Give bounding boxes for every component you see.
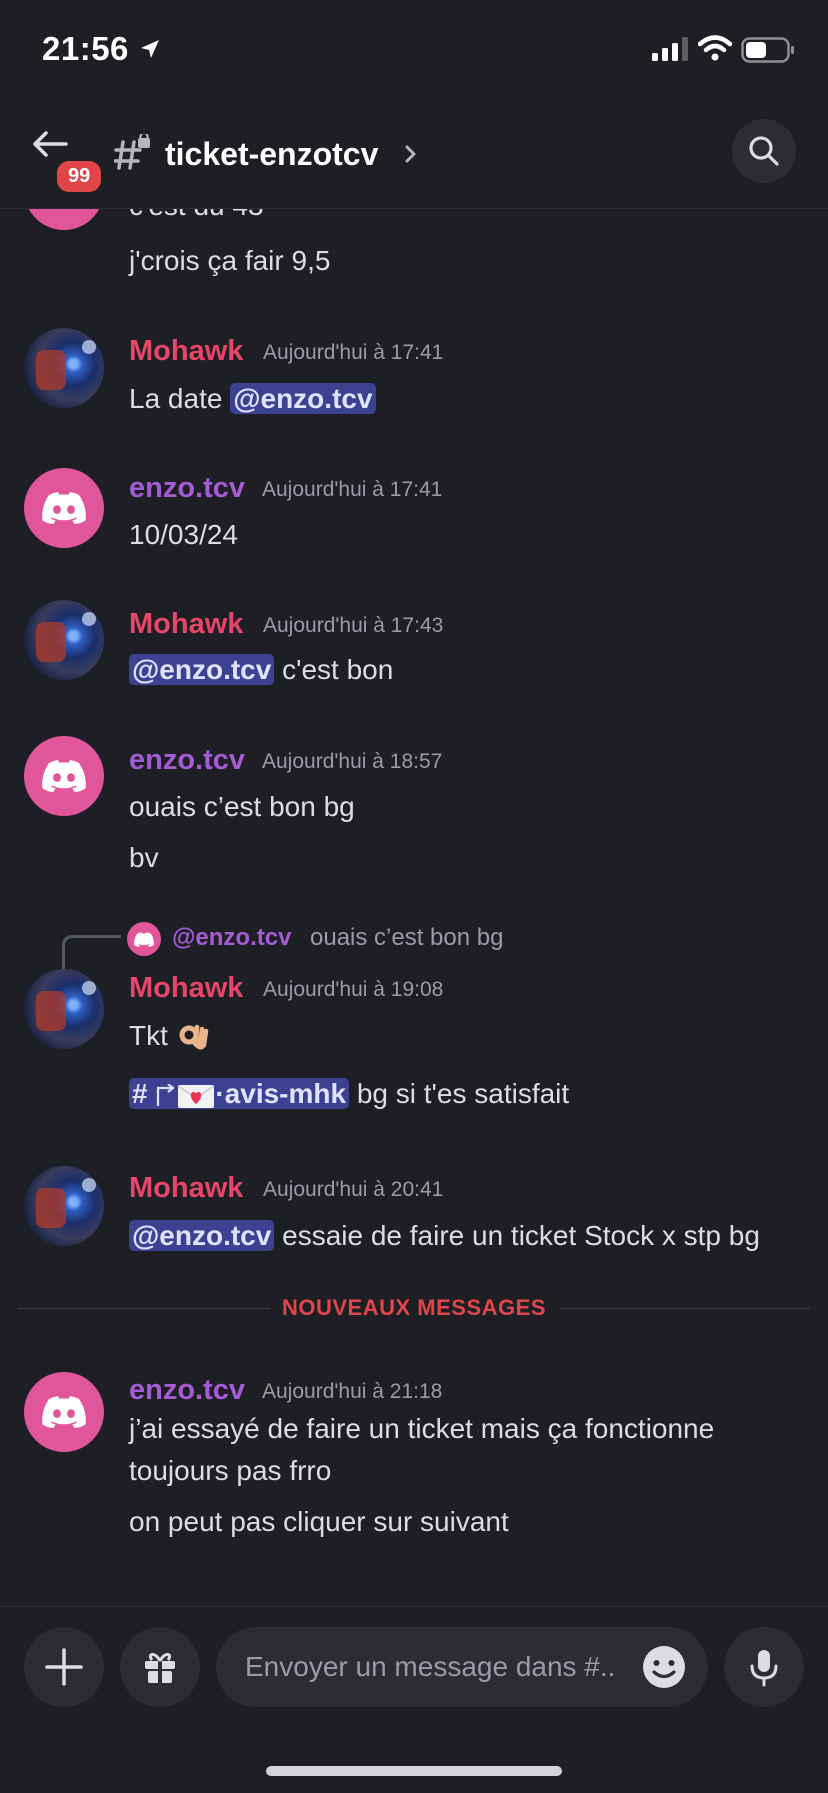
message-list[interactable]: c'est du 43 j'crois ça fair 9,5 Mohawk A… [0, 208, 828, 1608]
love-letter-emoji-icon [177, 1084, 215, 1108]
message-timestamp: Aujourd'hui à 21:18 [262, 1380, 443, 1403]
message-text: @enzo.tcv c'est bon [129, 654, 393, 686]
gift-icon [145, 1653, 175, 1683]
reply-preview-text[interactable]: ouais c’est bon bg [310, 924, 503, 952]
message-author[interactable]: enzo.tcv [129, 744, 245, 777]
add-attachment-button[interactable] [24, 1627, 104, 1707]
message-text: ouais c’est bon bg [129, 791, 355, 822]
message-text-part: Tkt [129, 1020, 168, 1051]
discord-logo-icon [42, 760, 86, 792]
message-text-part: c'est bon [274, 654, 394, 685]
message-text: toujours pas frro [129, 1455, 332, 1486]
reply-avatar[interactable] [127, 922, 161, 956]
channel-title[interactable]: ticket-enzotcv [165, 136, 378, 173]
avatar[interactable] [24, 208, 104, 230]
message-author[interactable]: Mohawk [129, 608, 243, 641]
avatar[interactable] [24, 969, 104, 1049]
unread-badge: 99 [54, 158, 105, 195]
message-text-part: La date [129, 383, 231, 414]
message-text: Tkt [129, 1020, 210, 1055]
arrow-corner-icon [157, 1083, 176, 1106]
channel-mention[interactable]: # ·avis-mhk [129, 1078, 350, 1109]
search-icon [749, 136, 779, 166]
voice-message-button[interactable] [724, 1627, 804, 1707]
message-author[interactable]: Mohawk [129, 1172, 243, 1205]
message-input[interactable]: Envoyer un message dans #.. [216, 1627, 708, 1707]
status-bar: 21:56 [0, 0, 828, 100]
message-author[interactable]: enzo.tcv [129, 1374, 245, 1407]
search-button[interactable] [732, 119, 796, 183]
cellular-signal-icon [652, 37, 688, 61]
home-indicator[interactable] [266, 1766, 562, 1776]
user-mention[interactable]: @enzo.tcv [129, 1220, 275, 1251]
message-author[interactable]: Mohawk [129, 972, 243, 1005]
avatar[interactable] [24, 736, 104, 816]
reply-connector [62, 935, 121, 970]
discord-logo-icon [42, 1396, 86, 1428]
channel-mention-hash: # [132, 1078, 148, 1109]
message-timestamp: Aujourd'hui à 18:57 [262, 750, 443, 773]
message-text-part: bg si t'es satisfait [349, 1078, 570, 1109]
location-arrow-icon [141, 40, 159, 58]
message-text: bv [129, 842, 159, 873]
message-author[interactable]: enzo.tcv [129, 472, 245, 505]
channel-header: 99 ticket-enzotcv [0, 100, 828, 209]
message-input-placeholder: Envoyer un message dans #.. [245, 1651, 616, 1682]
emoji-picker-icon[interactable] [640, 1643, 688, 1691]
gift-button[interactable] [120, 1627, 200, 1707]
reply-author[interactable]: @enzo.tcv [172, 924, 291, 952]
message-timestamp: Aujourd'hui à 17:41 [263, 341, 444, 364]
avatar[interactable] [24, 468, 104, 548]
message-text: j’ai essayé de faire un ticket mais ça f… [129, 1413, 715, 1444]
ok-hand-emoji-icon [179, 1024, 208, 1050]
chevron-right-icon[interactable] [404, 144, 418, 164]
microphone-icon [750, 1650, 778, 1687]
message-text: @enzo.tcv essaie de faire un ticket Stoc… [129, 1220, 760, 1252]
avatar[interactable] [24, 328, 104, 408]
wifi-icon [698, 35, 732, 61]
user-mention[interactable]: @enzo.tcv [129, 654, 275, 685]
divider-rule-right [560, 1308, 810, 1309]
channel-mention-name: ·avis-mhk [215, 1078, 347, 1109]
message-timestamp: Aujourd'hui à 17:43 [263, 614, 444, 637]
message-timestamp: Aujourd'hui à 19:08 [263, 978, 444, 1001]
locked-channel-icon [114, 134, 150, 170]
user-mention[interactable]: @enzo.tcv [230, 383, 376, 414]
message-author[interactable]: Mohawk [129, 335, 243, 368]
message-text: # ·avis-mhk bg si t'es satisfait [129, 1078, 569, 1110]
message-text: on peut pas cliquer sur suivant [129, 1506, 509, 1537]
message-text: c'est du 43 [129, 208, 264, 222]
discord-logo-icon [134, 932, 154, 947]
battery-icon [741, 37, 794, 63]
message-timestamp: Aujourd'hui à 20:41 [263, 1178, 444, 1201]
discord-logo-icon [42, 492, 86, 524]
avatar[interactable] [24, 1372, 104, 1452]
message-text: La date @enzo.tcv [129, 383, 376, 415]
message-text: 10/03/24 [129, 519, 238, 550]
composer-bar: Envoyer un message dans #.. [0, 1606, 828, 1793]
avatar[interactable] [24, 600, 104, 680]
avatar[interactable] [24, 1166, 104, 1246]
plus-icon [45, 1648, 83, 1686]
message-timestamp: Aujourd'hui à 17:41 [262, 478, 443, 501]
status-time: 21:56 [42, 30, 129, 67]
message-text-part: essaie de faire un ticket Stock x stp bg [274, 1220, 760, 1251]
message-text: j'crois ça fair 9,5 [129, 245, 331, 276]
arrow-left-icon [33, 131, 68, 157]
